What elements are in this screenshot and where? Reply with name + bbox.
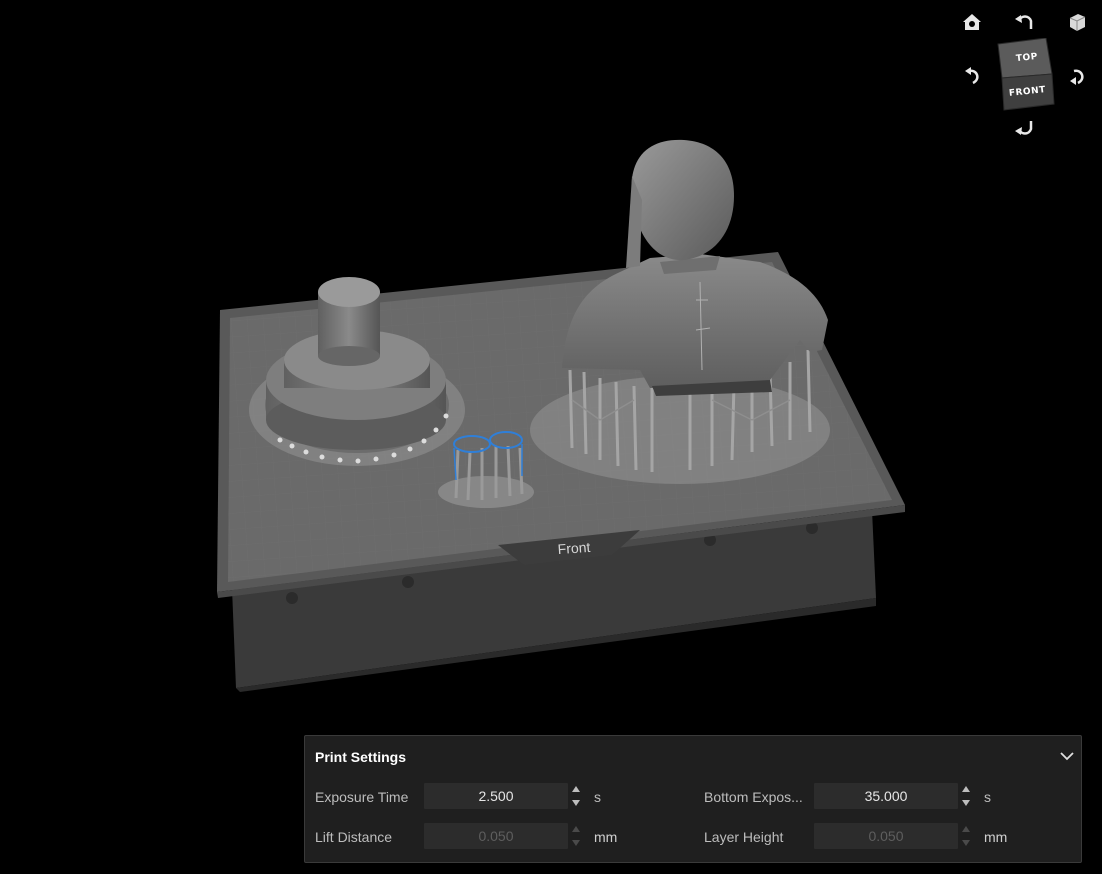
lift-distance-input: 0.050 (424, 823, 568, 849)
exposure-time-decrement-icon[interactable] (569, 797, 583, 809)
layer-height-label: Layer Height (704, 829, 784, 845)
lift-distance-unit: mm (594, 829, 618, 845)
exposure-time-spinner[interactable] (569, 783, 583, 809)
layer-height-decrement-icon (959, 837, 973, 849)
exposure-time-unit: s (594, 789, 601, 805)
undo-rotate-icon[interactable] (1011, 9, 1037, 35)
view-cube[interactable]: TOP FRONT (994, 38, 1056, 114)
exposure-time-increment-icon[interactable] (569, 783, 583, 795)
bottom-exposure-decrement-icon[interactable] (959, 797, 973, 809)
lift-distance-label: Lift Distance (315, 829, 393, 845)
lift-distance-spinner (569, 823, 583, 849)
bottom-exposure-spinner[interactable] (959, 783, 973, 809)
chevron-down-icon[interactable] (1057, 746, 1077, 766)
layer-height-spinner (959, 823, 973, 849)
layer-height-increment-icon (959, 823, 973, 835)
lift-distance-increment-icon (569, 823, 583, 835)
rotate-down-icon[interactable] (1011, 115, 1037, 141)
bottom-exposure-label: Bottom Expos... (704, 789, 803, 805)
home-icon[interactable] (959, 9, 985, 35)
layer-height-unit: mm (984, 829, 1008, 845)
print-settings-panel: Print Settings Exposure Time 2.500 s Bot… (304, 735, 1082, 863)
panel-title: Print Settings (315, 749, 407, 765)
perspective-cube-icon[interactable] (1064, 9, 1090, 35)
bottom-exposure-unit: s (984, 789, 991, 805)
bottom-exposure-input[interactable]: 35.000 (814, 783, 958, 809)
lift-distance-decrement-icon (569, 837, 583, 849)
layer-height-input: 0.050 (814, 823, 958, 849)
rotate-left-icon[interactable] (959, 63, 985, 89)
exposure-time-label: Exposure Time (315, 789, 409, 805)
exposure-time-input[interactable]: 2.500 (424, 783, 568, 809)
rotate-right-icon[interactable] (1064, 63, 1090, 89)
bottom-exposure-increment-icon[interactable] (959, 783, 973, 795)
